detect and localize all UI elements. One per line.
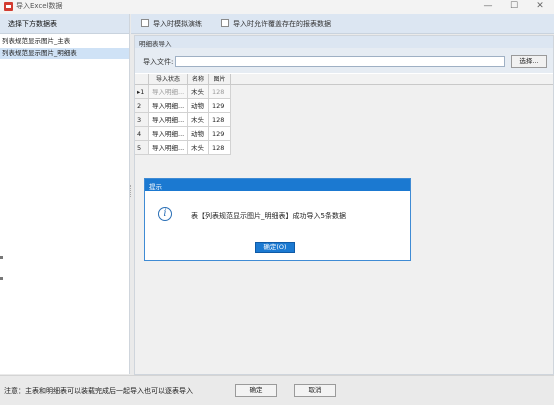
allow-overwrite-checkbox[interactable]: 导入时允许覆盖存在的报表数据 <box>221 19 331 29</box>
column-header-status[interactable]: 导入状态 <box>149 74 188 85</box>
confirm-button[interactable]: 确定 <box>235 384 277 397</box>
allow-overwrite-label: 导入时允许覆盖存在的报表数据 <box>233 20 331 28</box>
group-title-bar: 明细表导入 <box>135 36 553 48</box>
cell-picture[interactable]: 128 <box>209 113 231 127</box>
table-list-item-main[interactable]: 列表规范显示图片_主表 <box>0 36 129 47</box>
table-list-header: 选择下方数据表 <box>0 14 129 34</box>
cell-status[interactable]: 导入明细... <box>149 113 188 127</box>
cell-picture[interactable]: 129 <box>209 127 231 141</box>
window-title: 导入Excel数据 <box>16 2 63 10</box>
row-header[interactable]: 5 <box>135 141 149 155</box>
browse-button[interactable]: 选择... <box>511 55 547 68</box>
scroll-mark <box>0 277 3 280</box>
options-bar: 导入时模拟演练 导入时允许覆盖存在的报表数据 <box>131 14 554 34</box>
checkbox-icon <box>221 19 229 27</box>
row-header[interactable]: 3 <box>135 113 149 127</box>
footer-note: 注意：主表和明细表可以装载完成后一起导入也可以逐表导入 <box>4 387 193 395</box>
row-header[interactable]: ▸1 <box>135 85 149 99</box>
group-title: 明细表导入 <box>139 40 172 48</box>
grid-corner-header <box>135 74 149 85</box>
cell-status[interactable]: 导入明细... <box>149 99 188 113</box>
cell-name[interactable]: 动物 <box>188 127 209 141</box>
maximize-button[interactable]: ☐ <box>502 0 526 14</box>
row-header[interactable]: 4 <box>135 127 149 141</box>
file-row: 导入文件: 选择... <box>135 48 553 73</box>
table-list-header-label: 选择下方数据表 <box>8 20 57 28</box>
row-header[interactable]: 2 <box>135 99 149 113</box>
dialog-title: 提示 <box>149 183 162 191</box>
cell-name[interactable]: 木头 <box>188 141 209 155</box>
cell-status[interactable]: 导入明细... <box>149 127 188 141</box>
scroll-mark <box>0 256 3 259</box>
close-button[interactable]: ✕ <box>528 0 552 14</box>
column-header-filler <box>231 74 553 85</box>
app-icon <box>4 2 13 11</box>
column-header-name[interactable]: 名称 <box>188 74 209 85</box>
cell-name[interactable]: 木头 <box>188 85 209 99</box>
cell-status[interactable]: 导入明细... <box>149 141 188 155</box>
cancel-button[interactable]: 取消 <box>294 384 336 397</box>
table-list-item-detail[interactable]: 列表规范显示图片_明细表 <box>0 48 129 59</box>
bottom-bar: 注意：主表和明细表可以装载完成后一起导入也可以逐表导入 确定 取消 <box>0 375 554 405</box>
file-path-input[interactable] <box>175 56 505 67</box>
table-list-panel: 选择下方数据表 列表规范显示图片_主表 列表规范显示图片_明细表 <box>0 14 130 374</box>
cell-picture[interactable]: 128 <box>209 85 231 99</box>
dialog-ok-button[interactable]: 确定(O) <box>255 242 295 253</box>
dialog-titlebar: 提示 <box>145 179 410 191</box>
cell-picture[interactable]: 128 <box>209 141 231 155</box>
file-label: 导入文件: <box>143 58 174 66</box>
simulate-label: 导入时模拟演练 <box>153 20 202 28</box>
dialog-message: 表【列表规范显示图片_明细表】成功导入5条数据 <box>191 212 346 220</box>
cell-status[interactable]: 导入明细... <box>149 85 188 99</box>
splitter-handle[interactable] <box>130 185 133 197</box>
cell-name[interactable]: 木头 <box>188 113 209 127</box>
message-dialog: 提示 i 表【列表规范显示图片_明细表】成功导入5条数据 确定(O) <box>144 178 411 261</box>
cell-name[interactable]: 动物 <box>188 99 209 113</box>
info-icon: i <box>158 207 172 221</box>
simulate-checkbox[interactable]: 导入时模拟演练 <box>141 19 202 29</box>
minimize-button[interactable]: — <box>476 0 500 14</box>
checkbox-icon <box>141 19 149 27</box>
column-header-picture[interactable]: 图片 <box>209 74 231 85</box>
window-titlebar: 导入Excel数据 — ☐ ✕ <box>0 0 554 14</box>
cell-picture[interactable]: 129 <box>209 99 231 113</box>
